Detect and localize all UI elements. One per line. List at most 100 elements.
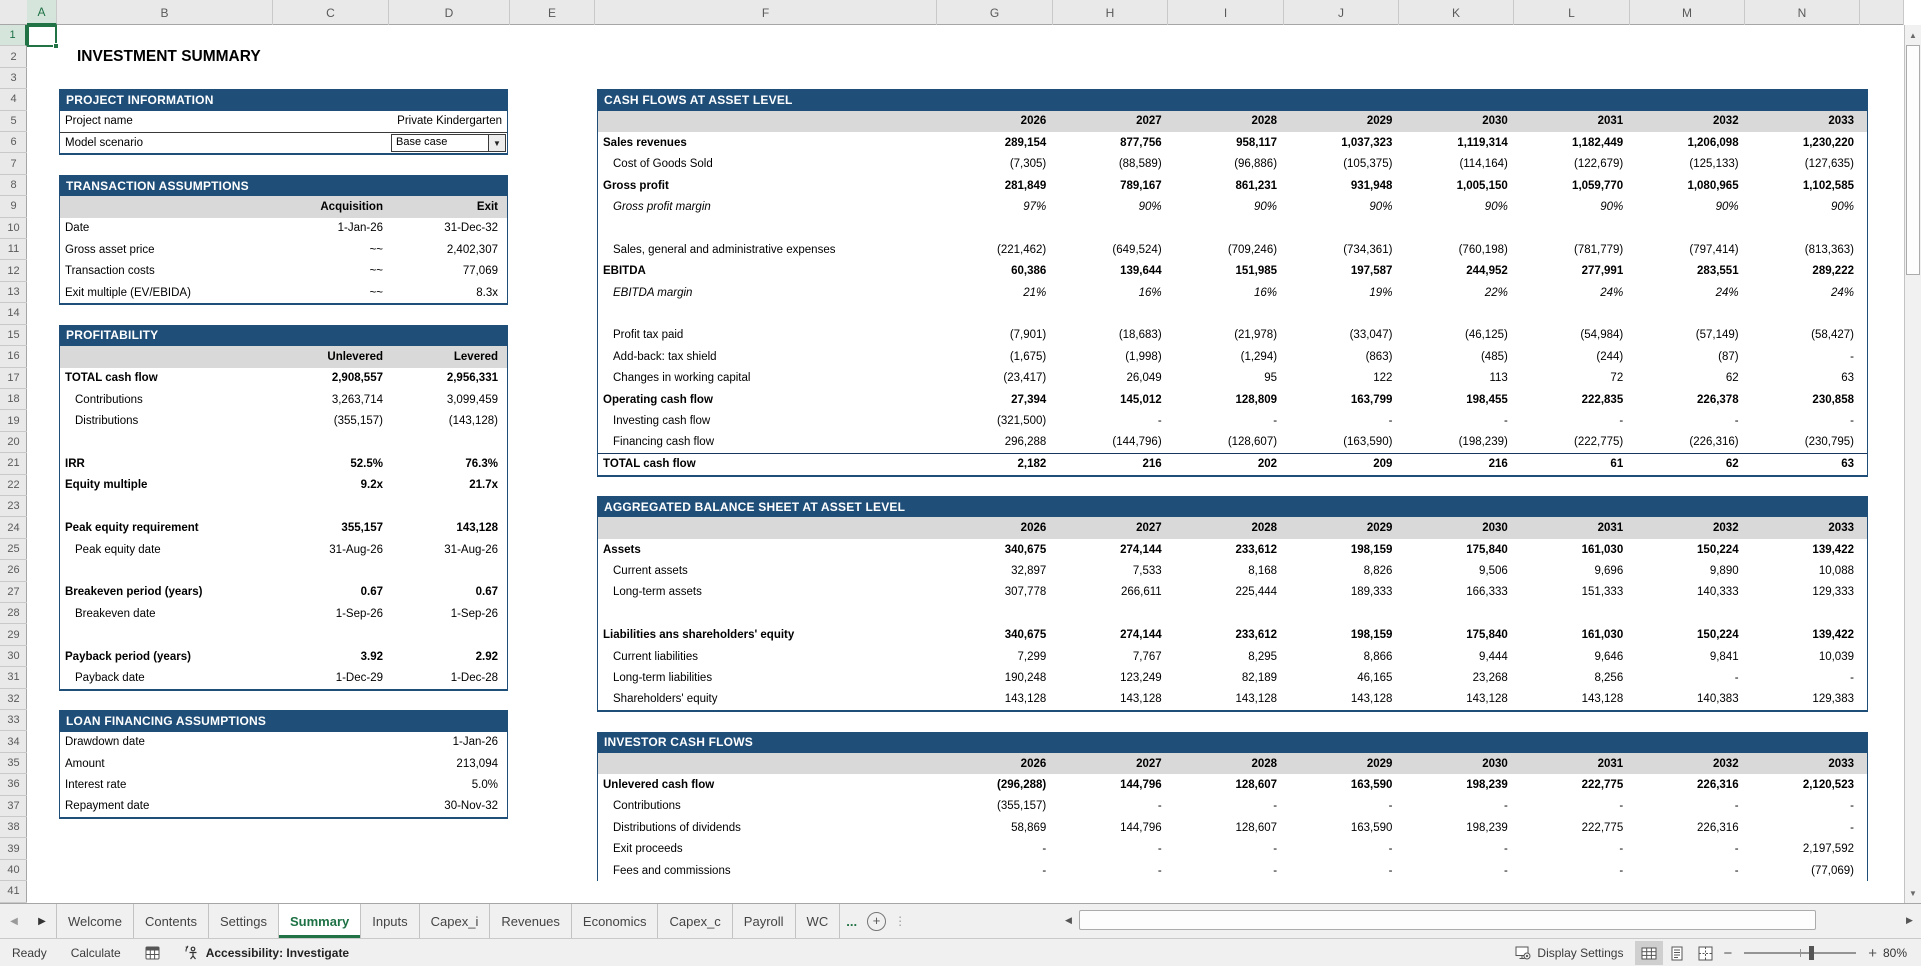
row-label[interactable]: Current assets <box>598 565 936 577</box>
cell[interactable]: 30-Nov-32 <box>388 800 503 812</box>
cell[interactable]: 216 <box>1051 458 1166 470</box>
cell[interactable]: 296,288 <box>936 436 1051 448</box>
cell[interactable]: 213,094 <box>388 758 503 770</box>
cell[interactable]: 23,268 <box>1397 672 1512 684</box>
year-header[interactable]: 2030 <box>1397 522 1512 534</box>
cell[interactable]: 1,119,314 <box>1397 137 1512 149</box>
cell[interactable]: 198,239 <box>1397 779 1512 791</box>
cell[interactable]: (21,978) <box>1167 329 1282 341</box>
cell[interactable]: 1,182,449 <box>1513 137 1628 149</box>
year-header[interactable]: 2026 <box>936 115 1051 127</box>
cell[interactable]: 289,154 <box>936 137 1051 149</box>
cell[interactable]: 2,182 <box>936 458 1051 470</box>
row-label[interactable]: Add-back: tax shield <box>598 351 936 363</box>
row-label[interactable]: Liabilities ans shareholders' equity <box>598 629 936 641</box>
year-header[interactable]: 2033 <box>1744 115 1859 127</box>
profitability-header[interactable]: PROFITABILITY <box>60 325 507 346</box>
year-header[interactable]: 2026 <box>936 522 1051 534</box>
cell[interactable]: 31-Aug-26 <box>388 544 503 556</box>
table-row[interactable]: Gross profit281,849789,167861,231931,948… <box>598 175 1867 196</box>
cell[interactable]: (114,164) <box>1397 158 1512 170</box>
cell[interactable]: 76.3% <box>388 458 503 470</box>
cell[interactable]: 7,767 <box>1051 651 1166 663</box>
sheet-tab-payroll[interactable]: Payroll <box>733 904 796 938</box>
cell[interactable]: - <box>1628 843 1743 855</box>
accessibility-status[interactable]: Accessibility: Investigate <box>172 945 361 960</box>
row-header[interactable]: 3 <box>0 68 27 89</box>
row-label[interactable]: Drawdown date <box>60 736 388 748</box>
row-header[interactable]: 17 <box>0 368 27 389</box>
cell[interactable]: - <box>1282 415 1397 427</box>
field-label[interactable]: Project name <box>60 115 276 127</box>
column-header[interactable]: H <box>1053 0 1168 25</box>
cell[interactable]: 60,386 <box>936 265 1051 277</box>
row-header[interactable]: 18 <box>0 389 27 410</box>
table-row[interactable]: Operating cash flow27,394145,012128,8091… <box>598 389 1867 410</box>
row-label[interactable]: Gross profit margin <box>598 201 936 213</box>
row-label[interactable]: TOTAL cash flow <box>60 372 272 384</box>
cell[interactable]: 31-Dec-32 <box>388 222 503 234</box>
cell[interactable]: 230,858 <box>1744 394 1859 406</box>
cell[interactable]: 90% <box>1282 201 1397 213</box>
row-header[interactable]: 27 <box>0 582 27 603</box>
cell[interactable]: 143,128 <box>1167 693 1282 705</box>
table-row[interactable]: Peak equity date31-Aug-2631-Aug-26 <box>60 539 507 560</box>
cell[interactable]: 143,128 <box>388 522 503 534</box>
cell[interactable]: 7,299 <box>936 651 1051 663</box>
cell[interactable]: (797,414) <box>1628 244 1743 256</box>
cell[interactable]: (321,500) <box>936 415 1051 427</box>
cell[interactable]: 789,167 <box>1051 180 1166 192</box>
cell[interactable]: 97% <box>936 201 1051 213</box>
row-header[interactable]: 8 <box>0 175 27 196</box>
year-header[interactable]: 2032 <box>1628 758 1743 770</box>
investor-cash-flows-header[interactable]: INVESTOR CASH FLOWS <box>598 732 1867 753</box>
cell[interactable]: 1,037,323 <box>1282 137 1397 149</box>
cell[interactable]: - <box>1282 843 1397 855</box>
table-row[interactable]: Sales revenues289,154877,756958,1171,037… <box>598 132 1867 153</box>
cell[interactable]: 63 <box>1744 458 1859 470</box>
row-header[interactable]: 34 <box>0 731 27 752</box>
table-row[interactable] <box>598 303 1867 324</box>
year-header[interactable]: 2031 <box>1513 115 1628 127</box>
sheet-tab-contents[interactable]: Contents <box>134 904 209 938</box>
row-header[interactable]: 28 <box>0 603 27 624</box>
year-header[interactable]: 2033 <box>1744 522 1859 534</box>
table-row[interactable]: Payback period (years)3.922.92 <box>60 646 507 667</box>
row-label[interactable]: Payback period (years) <box>60 651 272 663</box>
cell[interactable]: 1-Jan-26 <box>388 736 503 748</box>
cell[interactable]: 1,206,098 <box>1628 137 1743 149</box>
row-label[interactable]: Gross asset price <box>60 244 272 256</box>
row-header[interactable]: 38 <box>0 817 27 838</box>
cell[interactable]: 24% <box>1513 287 1628 299</box>
cell[interactable]: 9,696 <box>1513 565 1628 577</box>
fill-handle[interactable] <box>53 43 59 49</box>
cell[interactable]: (226,316) <box>1628 436 1743 448</box>
cell[interactable]: 2,908,557 <box>272 372 388 384</box>
cell[interactable]: (198,239) <box>1397 436 1512 448</box>
year-header[interactable]: 2029 <box>1282 522 1397 534</box>
cell[interactable]: 1,230,220 <box>1744 137 1859 149</box>
cell[interactable]: 129,383 <box>1744 693 1859 705</box>
cell[interactable]: 222,775 <box>1513 822 1628 834</box>
table-row[interactable]: Distributions of dividends58,869144,7961… <box>598 817 1867 838</box>
row-label[interactable]: Changes in working capital <box>598 372 936 384</box>
year-header[interactable]: 2031 <box>1513 522 1628 534</box>
table-row[interactable]: Exit proceeds-------2,197,592 <box>598 839 1867 860</box>
cell[interactable]: 24% <box>1628 287 1743 299</box>
cell[interactable]: - <box>1628 415 1743 427</box>
cell[interactable]: (355,157) <box>272 415 388 427</box>
table-row[interactable]: Liabilities ans shareholders' equity340,… <box>598 624 1867 645</box>
display-settings[interactable]: Display Settings <box>1503 946 1635 960</box>
cell[interactable]: 197,587 <box>1282 265 1397 277</box>
row-label[interactable]: Breakeven date <box>60 608 272 620</box>
year-header[interactable]: 2028 <box>1167 758 1282 770</box>
cell[interactable]: 1,080,965 <box>1628 180 1743 192</box>
zoom-level[interactable]: 80% <box>1881 946 1921 960</box>
cell[interactable]: 52.5% <box>272 458 388 470</box>
cell[interactable]: 281,849 <box>936 180 1051 192</box>
cell[interactable]: (222,775) <box>1513 436 1628 448</box>
table-row[interactable]: Contributions(355,157)------- <box>598 796 1867 817</box>
table-row[interactable]: Peak equity requirement355,157143,128 <box>60 517 507 538</box>
year-header-row[interactable]: 20262027202820292030203120322033 <box>598 517 1867 538</box>
cell[interactable]: 307,778 <box>936 586 1051 598</box>
